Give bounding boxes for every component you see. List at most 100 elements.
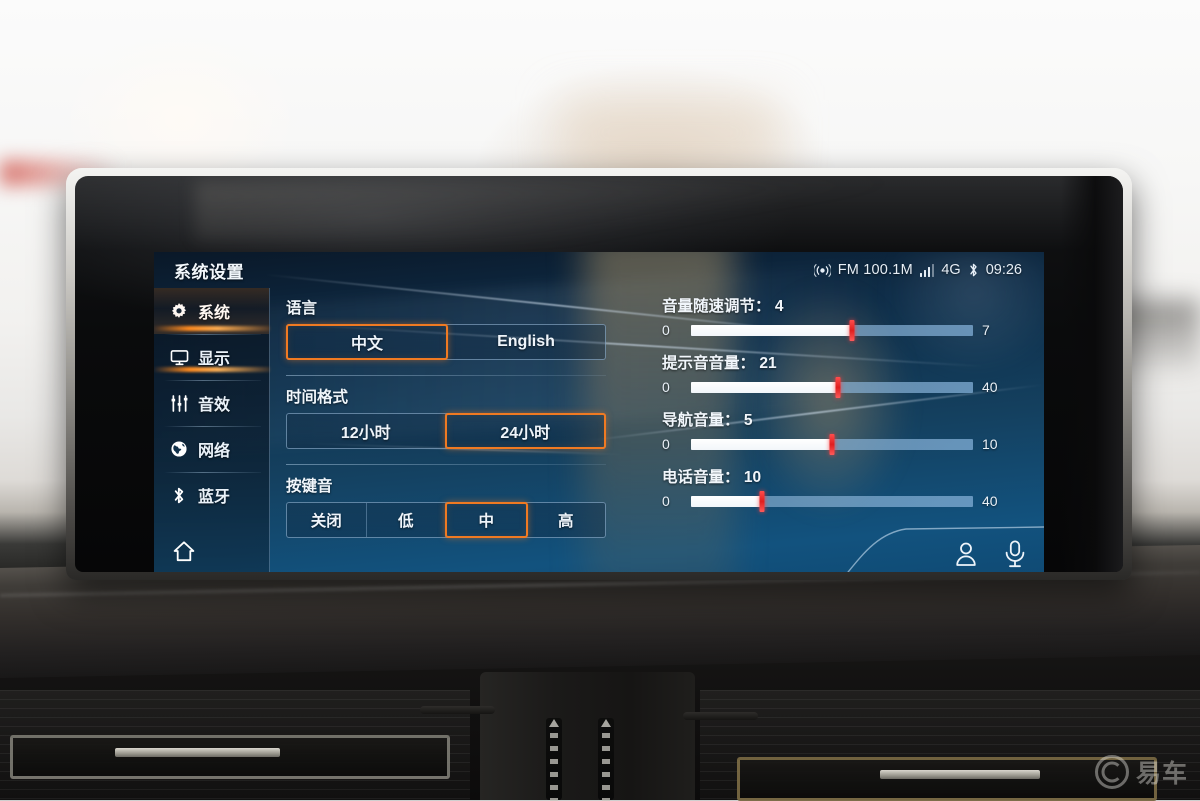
status-bar: 系统设置 FM 100.1M 4G 09:26 (154, 252, 1044, 288)
key-tone-option-off[interactable]: 关闭 (287, 503, 367, 537)
vent-arrow-icon-left (549, 719, 559, 727)
gear-icon (169, 302, 189, 320)
equalizer-icon (169, 394, 189, 412)
globe-icon (169, 440, 189, 458)
slider-track[interactable] (691, 433, 973, 455)
vent-blade-left[interactable] (115, 748, 280, 757)
sidebar-item-label: 系统 (198, 305, 231, 322)
home-button[interactable] (154, 529, 270, 572)
watermark-text: 易车 (1135, 760, 1188, 788)
page-title: 系统设置 (174, 262, 244, 282)
microphone-icon[interactable] (1004, 540, 1026, 568)
slider-value: 10 (743, 469, 762, 486)
time-format-option-12h[interactable]: 12小时 (287, 414, 446, 448)
vent-blade-right[interactable] (880, 770, 1040, 779)
slider-thumb[interactable] (849, 319, 855, 341)
radio-frequency-label: FM 100.1M (837, 262, 913, 278)
settings-center-column: 语言 中文 English 时间格式 12小时 24小时 按键音 关闭 低 中 … (286, 296, 606, 553)
key-tone-segmented-control: 关闭 低 中 高 (286, 502, 606, 538)
volume-settings-column: 音量随速调节： 4 0 7 提示音音量： 21 0 40 导航音量： 5 0 1… (662, 294, 1002, 522)
vent-rod-left (420, 706, 495, 714)
slider-row: 0 40 (662, 490, 1002, 512)
slider-navigation-volume: 导航音量： 5 0 10 (662, 408, 1002, 455)
sidebar-item-display[interactable]: 显示 (154, 334, 269, 380)
slider-label: 导航音量： 5 (662, 408, 1002, 430)
language-label: 语言 (286, 300, 318, 317)
slider-row: 0 40 (662, 376, 1002, 398)
vent-slot-dots-right (602, 733, 610, 801)
user-profile-icon[interactable] (954, 541, 978, 567)
vent-rod-right (683, 712, 758, 720)
field-divider (286, 375, 606, 376)
slider-max-label: 40 (982, 379, 998, 395)
sidebar-item-label: 网络 (198, 443, 231, 460)
sidebar-item-bluetooth[interactable]: 蓝牙 (154, 472, 269, 518)
sidebar-item-label: 蓝牙 (198, 489, 231, 506)
vent-arrow-icon-right (601, 719, 611, 727)
slider-max-label: 10 (982, 436, 998, 452)
sidebar-item-label: 显示 (198, 351, 231, 368)
settings-sidebar: 系统 显示 音效 网络 蓝牙 (154, 288, 270, 572)
slider-thumb[interactable] (759, 490, 764, 512)
air-vent-center-console (480, 672, 695, 800)
status-indicators: FM 100.1M 4G 09:26 (813, 262, 1022, 278)
vent-slot-dots-left (550, 733, 558, 801)
slider-max-label: 40 (982, 493, 998, 509)
yiche-logo-icon (1094, 755, 1129, 789)
bezel-glare-secondary (195, 181, 895, 241)
slider-value: 21 (759, 355, 777, 372)
slider-speed-volume: 音量随速调节： 4 0 7 (662, 294, 1002, 341)
slider-thumb[interactable] (835, 376, 841, 398)
time-format-segmented-control: 12小时 24小时 (286, 413, 606, 449)
slider-min-label: 0 (662, 322, 670, 338)
key-tone-option-medium[interactable]: 中 (445, 502, 528, 538)
slider-track[interactable] (691, 319, 973, 341)
clock-label: 09:26 (985, 262, 1022, 278)
language-segmented-control: 中文 English (286, 324, 606, 360)
slider-fill (691, 381, 838, 393)
key-tone-option-low[interactable]: 低 (367, 503, 446, 537)
sidebar-item-system[interactable]: 系统 (154, 288, 269, 334)
network-type-label: 4G (941, 262, 961, 278)
monitor-icon (169, 349, 189, 366)
slider-thumb[interactable] (829, 433, 835, 455)
language-option-chinese[interactable]: 中文 (286, 324, 448, 360)
time-format-field: 时间格式 12小时 24小时 (286, 385, 606, 449)
field-divider (286, 464, 606, 465)
vent-chrome-trim-left (10, 735, 450, 779)
sidebar-item-network[interactable]: 网络 (154, 426, 269, 472)
slider-value: 4 (774, 298, 784, 315)
slider-label-text: 电话音量： (662, 469, 740, 486)
slider-prompt-volume: 提示音音量： 21 0 40 (662, 351, 1002, 398)
time-format-option-24h[interactable]: 24小时 (444, 413, 606, 449)
slider-phone-volume: 电话音量： 10 0 40 (662, 465, 1002, 512)
slider-label-text: 提示音音量： (662, 355, 756, 372)
key-tone-label: 按键音 (286, 478, 333, 495)
slider-label: 电话音量： 10 (662, 465, 1002, 487)
sidebar-item-label: 音效 (198, 397, 231, 414)
language-field: 语言 中文 English (286, 296, 606, 360)
slider-fill (691, 324, 852, 336)
home-icon (172, 540, 196, 562)
slider-min-label: 0 (662, 436, 670, 452)
slider-value: 5 (743, 412, 753, 429)
sidebar-item-audio[interactable]: 音效 (154, 380, 269, 426)
slider-track[interactable] (691, 490, 973, 512)
key-tone-option-high[interactable]: 高 (527, 503, 606, 537)
display-dark-frame: 系统设置 FM 100.1M 4G 09:26 系统 显示 音效 网络 蓝牙 语… (75, 176, 1123, 572)
language-option-english[interactable]: English (447, 325, 605, 359)
infotainment-screen: 系统设置 FM 100.1M 4G 09:26 系统 显示 音效 网络 蓝牙 语… (154, 252, 1044, 572)
slider-label: 音量随速调节： 4 (662, 294, 1002, 316)
time-format-label: 时间格式 (286, 389, 349, 406)
slider-row: 0 10 (662, 433, 1002, 455)
key-tone-field: 按键音 关闭 低 中 高 (286, 474, 606, 538)
slider-label-text: 导航音量： (662, 412, 740, 429)
slider-fill (691, 438, 832, 450)
slider-track[interactable] (691, 376, 973, 398)
slider-min-label: 0 (662, 493, 670, 509)
infotainment-display-device: 系统设置 FM 100.1M 4G 09:26 系统 显示 音效 网络 蓝牙 语… (66, 168, 1132, 580)
radio-wave-icon (813, 263, 831, 277)
slider-label: 提示音音量： 21 (662, 351, 1002, 373)
slider-fill (691, 495, 762, 507)
slider-max-label: 7 (982, 322, 990, 338)
